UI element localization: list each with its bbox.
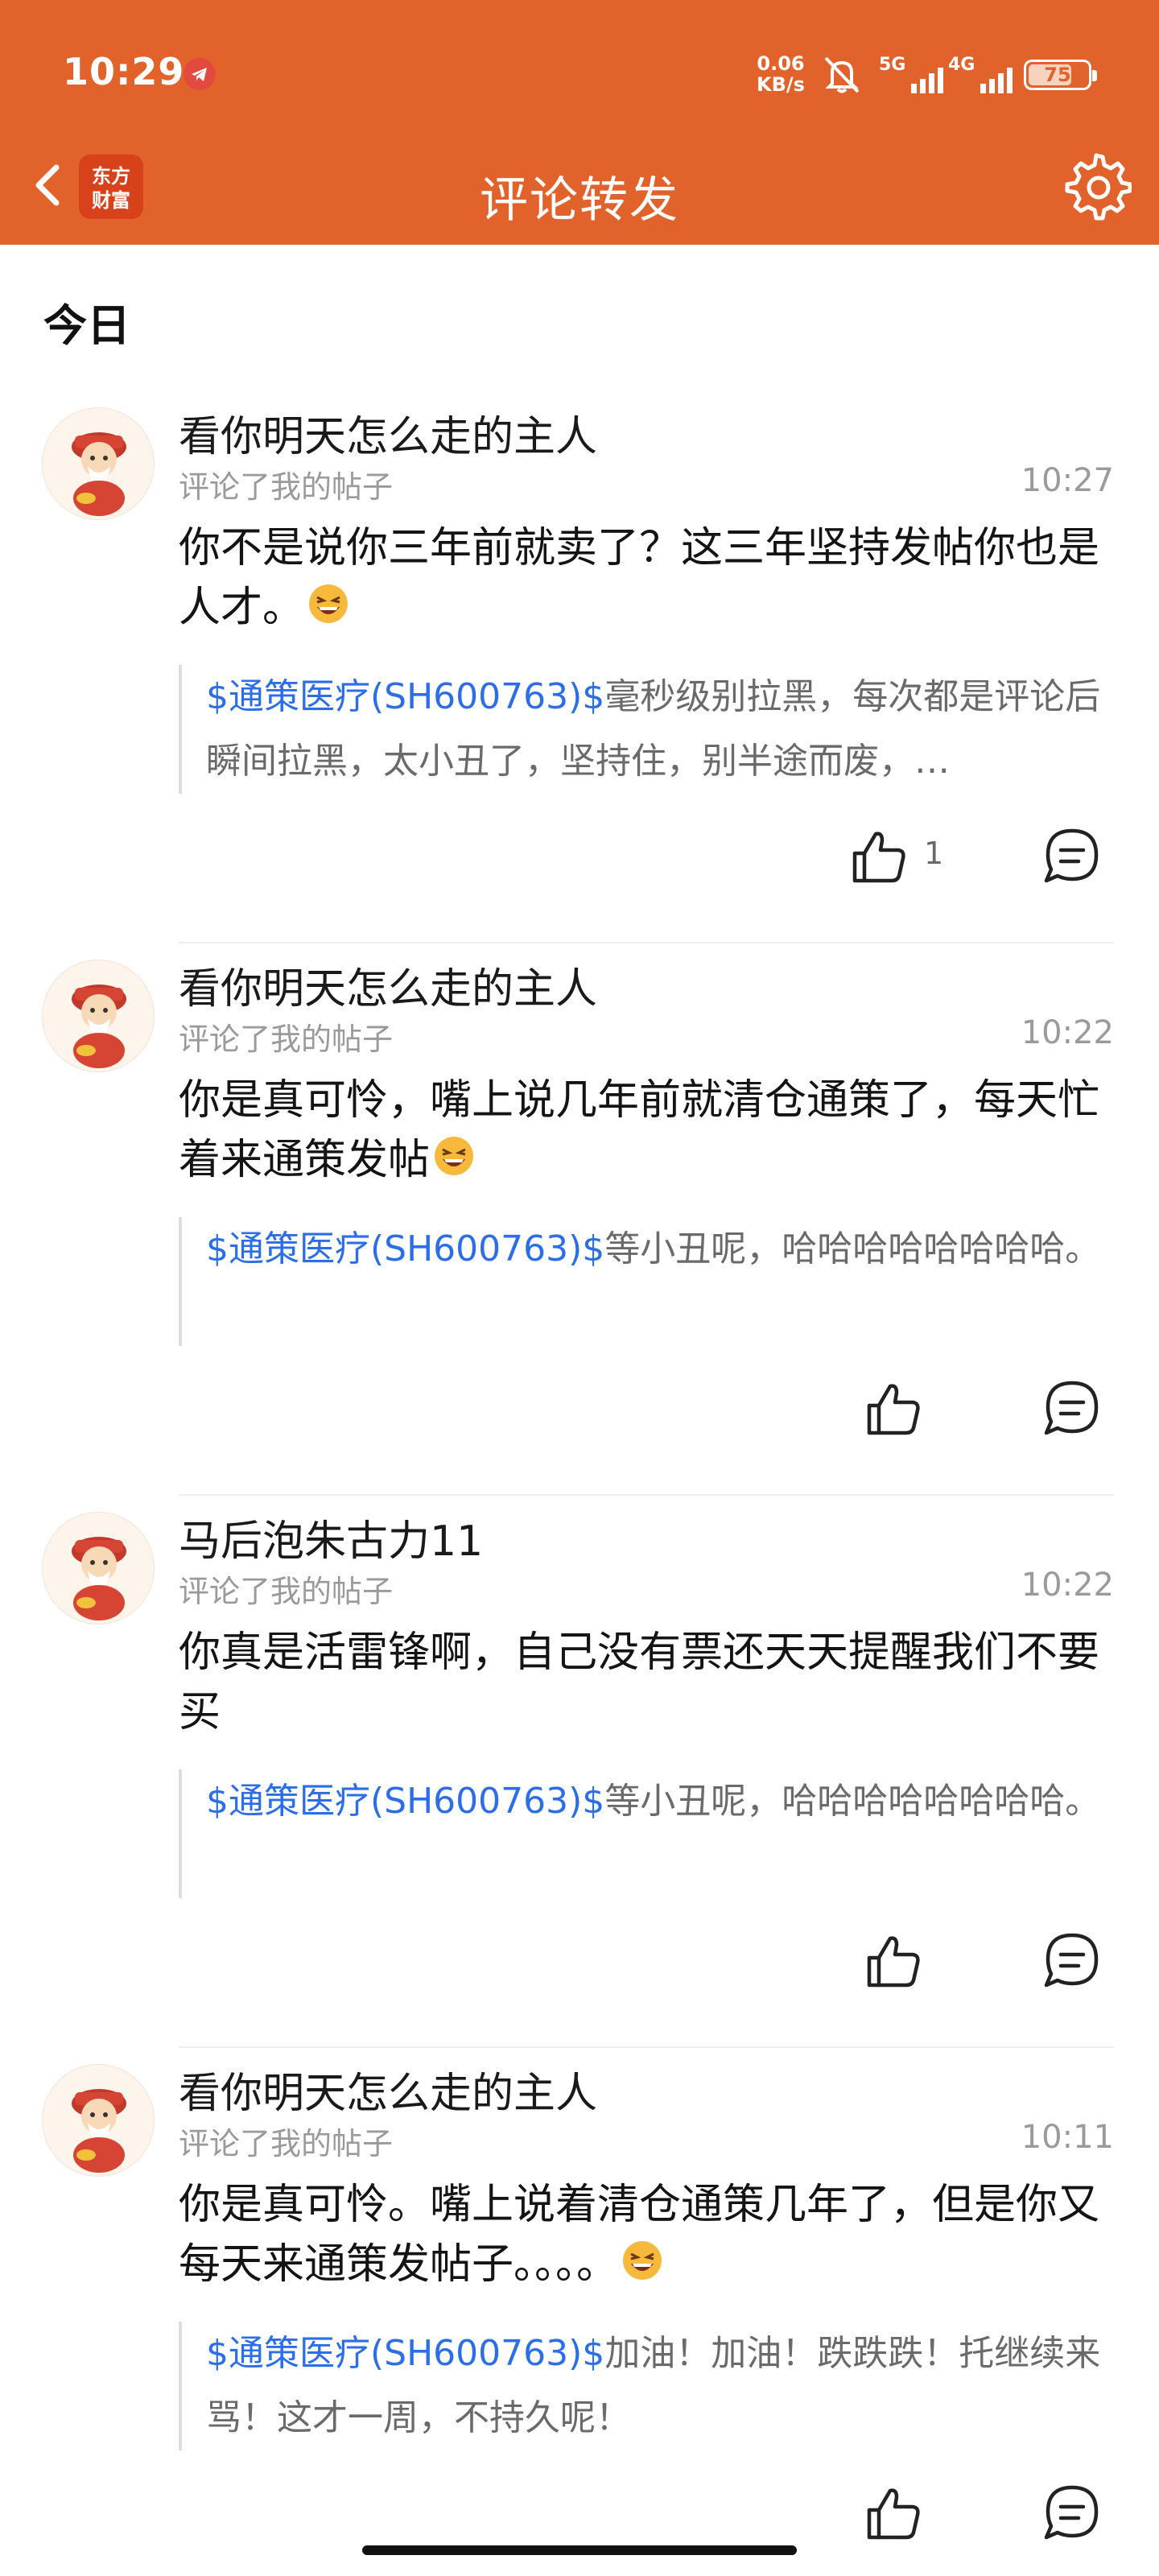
signal-4g-icon: 4G [948,55,1016,93]
signal-5g-icon: 5G [879,55,947,93]
home-indicator[interactable] [362,2545,797,2555]
action-text: 评论了我的帖子 [179,1574,394,1609]
laughing-emoji-icon [623,2241,662,2280]
action-text: 评论了我的帖子 [179,1022,394,1057]
stock-link[interactable]: $通策医疗(SH600763)$ [206,676,604,717]
comment-text[interactable]: 你真是活雷锋啊，自己没有票还天天提醒我们不要买 [179,1623,1112,1742]
quoted-post[interactable]: $通策医疗(SH600763)$等小丑呢，哈哈哈哈哈哈哈哈。 [179,1217,1112,1346]
comment-text-content: 你是真可怜，嘴上说几年前就清仓通策了，每天忙着来通策发帖 [179,1076,1100,1184]
status-time: 10:29 [63,50,185,93]
stock-link[interactable]: $通策医疗(SH600763)$ [206,1781,604,1822]
quoted-post[interactable]: $通策医疗(SH600763)$等小丑呢，哈哈哈哈哈哈哈哈。 [179,1769,1112,1898]
laughing-emoji-icon [309,584,349,623]
avatar[interactable] [42,960,155,1072]
user-name[interactable]: 马后泡朱古力11 [179,1507,483,1567]
stock-link[interactable]: $通策医疗(SH600763)$ [206,1228,604,1269]
comment-text[interactable]: 你是真可怜。嘴上说着清仓通策几年了，但是你又每天来通策发帖子。。。。 [179,2175,1112,2294]
reply-comment-icon[interactable] [1038,2479,1106,2547]
app-header: 10:29 0.06 KB/s 5G 4G 75 东方 财富 评论转发 [0,0,1159,245]
thumbs-up-icon[interactable] [861,1929,926,1993]
network-speed-unit: KB/s [757,73,805,96]
user-name[interactable]: 看你明天怎么走的主人 [179,402,597,463]
comment-text-content: 你真是活雷锋啊，自己没有票还天天提醒我们不要买 [179,1629,1100,1736]
comment-text[interactable]: 你是真可怜，嘴上说几年前就清仓通策了，每天忙着来通策发帖 [179,1071,1112,1190]
thumbs-up-icon[interactable] [861,2481,926,2545]
nav-bar: 东方 财富 评论转发 [0,132,1159,245]
comment-card[interactable]: 看你明天怎么走的主人 评论了我的帖子 10:11 你是真可怜。嘴上说着清仓通策几… [0,2048,1159,2576]
thumbs-up-icon[interactable] [861,1377,926,1441]
user-name[interactable]: 看你明天怎么走的主人 [179,2059,597,2120]
action-text: 评论了我的帖子 [179,469,394,505]
user-name[interactable]: 看你明天怎么走的主人 [179,955,597,1015]
comment-time: 10:22 [1021,1014,1114,1051]
comment-time: 10:27 [1021,462,1114,499]
quoted-post-text: 等小丑呢，哈哈哈哈哈哈哈哈。 [604,1781,1101,1822]
stock-link[interactable]: $通策医疗(SH600763)$ [206,2333,604,2374]
quoted-post[interactable]: $通策医疗(SH600763)$毫秒级别拉黑，每次都是评论后瞬间拉黑，太小丑了，… [179,665,1112,794]
laughing-emoji-icon [435,1137,474,1175]
mute-bell-icon [824,56,860,93]
comment-text[interactable]: 你不是说你三年前就卖了？这三年坚持发帖你也是人才。 [179,518,1112,638]
battery-level: 75 [1044,64,1071,86]
page-title: 评论转发 [480,172,679,229]
comment-card[interactable]: 马后泡朱古力11 评论了我的帖子 10:22 你真是活雷锋啊，自己没有票还天天提… [0,1496,1159,2048]
avatar[interactable] [42,1512,155,1624]
telegram-icon [184,58,216,90]
comment-time: 10:11 [1021,2119,1114,2156]
comment-time: 10:22 [1021,1567,1114,1604]
comment-card[interactable]: 看你明天怎么走的主人 评论了我的帖子 10:22 你是真可怜，嘴上说几年前就清仓… [0,943,1159,1496]
network-speed-value: 0.06 [757,52,805,75]
reply-comment-icon[interactable] [1038,1375,1106,1443]
reply-comment-icon[interactable] [1038,823,1106,890]
quoted-post-text: 等小丑呢，哈哈哈哈哈哈哈哈。 [604,1228,1101,1269]
thumbs-up-icon[interactable] [847,824,911,889]
like-count: 1 [924,836,944,871]
section-title-today: 今日 [43,300,130,351]
status-bar: 10:29 0.06 KB/s 5G 4G 75 [0,0,1159,145]
avatar[interactable] [42,407,155,520]
comment-card[interactable]: 看你明天怎么走的主人 评论了我的帖子 10:27 你不是说你三年前就卖了？这三年… [0,391,1159,943]
reply-comment-icon[interactable] [1038,1927,1106,1995]
battery-nub [1092,70,1097,81]
gear-icon[interactable] [1061,151,1132,222]
action-text: 评论了我的帖子 [179,2126,394,2161]
battery-icon: 75 [1024,60,1097,90]
network-speed: 0.06 KB/s [755,53,806,95]
avatar[interactable] [42,2064,155,2177]
quoted-post[interactable]: $通策医疗(SH600763)$加油！加油！跌跌跌！托继续来骂！这才一周，不持久… [179,2322,1112,2450]
